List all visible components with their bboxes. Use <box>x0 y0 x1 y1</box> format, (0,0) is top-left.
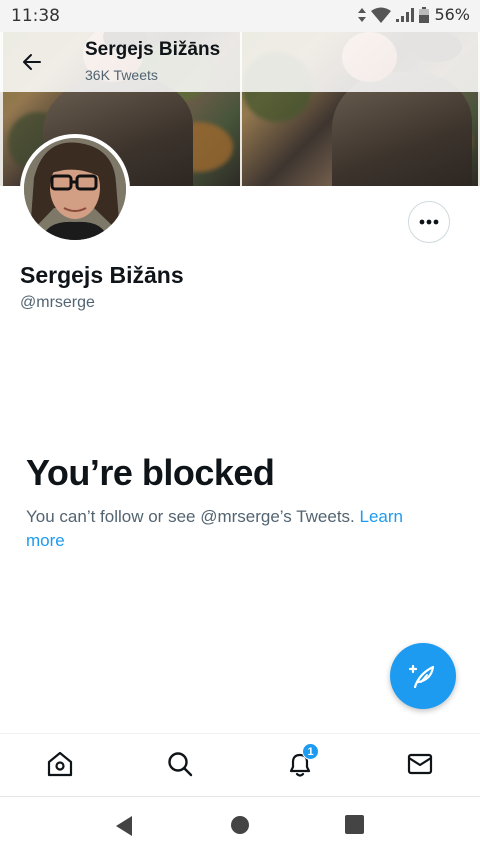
profile-handle: @mrserge <box>20 294 95 311</box>
header-title: Sergejs Bižāns <box>85 39 221 60</box>
tweet-count: 36K Tweets <box>85 67 158 83</box>
profile-name: Sergejs Bižāns <box>20 262 184 288</box>
recents-square-icon[interactable] <box>345 815 364 834</box>
status-time: 11:38 <box>11 6 60 26</box>
back-button[interactable] <box>14 44 50 80</box>
profile-header: Sergejs Bižāns 36K Tweets <box>0 32 480 92</box>
blocked-title: You’re blocked <box>26 452 275 493</box>
nav-search[interactable] <box>164 748 196 780</box>
blocked-message-text: You can’t follow or see @mrserge’s Tweet… <box>26 507 355 526</box>
signal-icon <box>396 7 415 22</box>
battery-icon <box>419 6 430 23</box>
back-triangle-icon[interactable] <box>114 815 134 837</box>
home-circle-icon[interactable] <box>230 815 250 835</box>
search-icon <box>168 752 193 777</box>
home-icon <box>47 751 73 777</box>
avatar[interactable] <box>20 134 130 244</box>
wifi-icon <box>371 7 392 23</box>
nav-home[interactable] <box>44 748 76 780</box>
arrow-left-icon <box>23 54 41 70</box>
more-dots-icon <box>419 219 439 225</box>
more-options-button[interactable] <box>408 201 450 243</box>
notification-badge: 1 <box>302 743 319 760</box>
system-nav-bar <box>0 796 480 854</box>
mail-icon <box>407 753 433 775</box>
data-arrows-icon <box>358 7 367 22</box>
compose-tweet-icon <box>409 664 435 689</box>
avatar-photo <box>24 138 126 240</box>
status-icons: 56% <box>358 5 470 24</box>
nav-messages[interactable] <box>404 748 436 780</box>
bottom-nav <box>0 733 480 795</box>
blocked-message: You can’t follow or see @mrserge’s Tweet… <box>26 505 446 553</box>
battery-percent: 56% <box>434 5 470 24</box>
compose-tweet-button[interactable] <box>390 643 456 709</box>
avatar-portrait-image <box>24 138 126 240</box>
status-bar: 11:38 56% <box>0 0 480 32</box>
